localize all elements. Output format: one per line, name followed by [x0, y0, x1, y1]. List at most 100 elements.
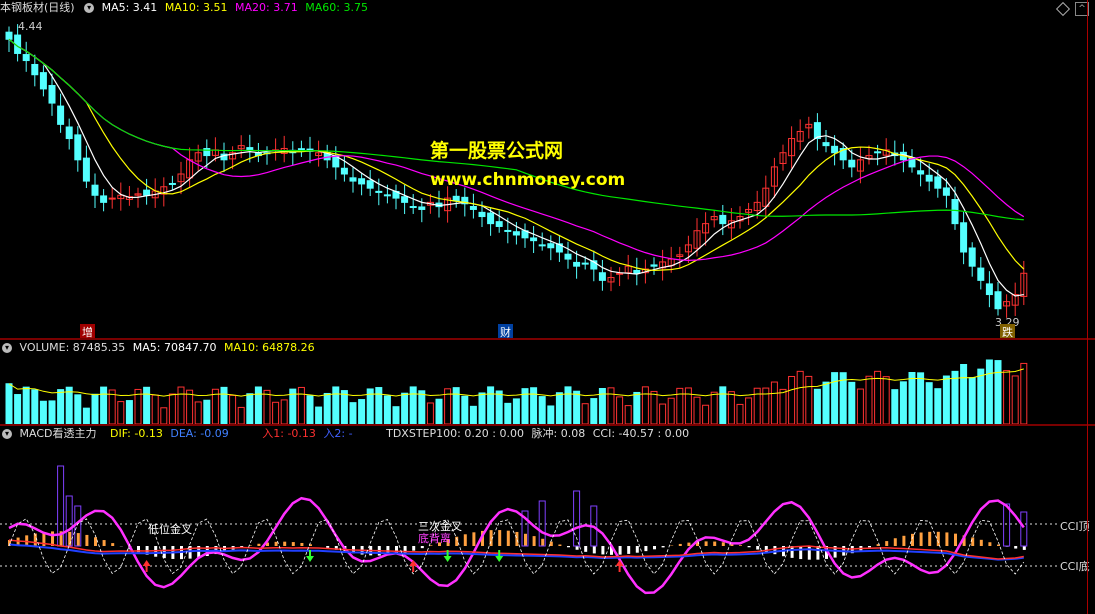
volume-bar	[616, 396, 624, 424]
macd-bar	[85, 534, 89, 546]
volume-bar	[117, 401, 125, 424]
candle-body	[848, 159, 856, 168]
volume-bar	[237, 406, 245, 424]
volume-bar	[392, 406, 400, 424]
candle-body	[573, 261, 581, 267]
macd-bar	[713, 541, 717, 546]
macd-bar	[506, 530, 510, 546]
macd-bar	[807, 546, 811, 560]
volume-chart[interactable]	[0, 340, 1088, 424]
volume-bar	[426, 402, 434, 424]
macd-bar	[76, 533, 80, 546]
volume-bar	[512, 398, 520, 424]
cci-top-label: CCI顶	[1060, 520, 1090, 533]
volume-bar	[960, 364, 968, 424]
signal-arrow-up	[615, 560, 624, 572]
macd-bar	[601, 546, 605, 555]
label-divergence: 底背离	[418, 532, 451, 545]
volume-bar	[435, 398, 443, 424]
macd-bar	[567, 546, 570, 548]
macd-bar	[326, 546, 330, 548]
macd-bar	[928, 531, 932, 546]
macd-bar	[661, 546, 665, 548]
volume-bar	[573, 390, 581, 424]
candle-body	[495, 221, 503, 227]
candlestick-chart[interactable]	[0, 0, 1088, 338]
volume-bar	[1003, 370, 1011, 424]
macd-bar	[799, 546, 803, 560]
macd-bar	[911, 533, 914, 546]
candle-body	[977, 267, 985, 281]
volume-bar	[908, 372, 916, 424]
volume-bar	[151, 394, 159, 424]
candle-body	[246, 147, 254, 151]
candle-body	[633, 269, 641, 274]
candle-body	[349, 177, 357, 182]
macd-bar	[816, 546, 820, 560]
label-low-cross: 低位金叉	[148, 523, 192, 536]
macd-bar	[558, 544, 562, 546]
volume-bar	[31, 389, 39, 424]
volume-bar	[555, 392, 563, 424]
macd-chart[interactable]	[0, 426, 1088, 614]
volume-bar	[263, 389, 271, 424]
volume-bar	[74, 394, 82, 424]
candle-body	[469, 206, 477, 210]
signal-column	[1003, 503, 1011, 547]
signal-arrow-down	[495, 550, 504, 562]
macd-panel[interactable]: ▾ MACD看透主力 DIF: -0.13 DEA: -0.09 入1: -0.…	[0, 426, 1095, 614]
candle-body	[994, 291, 1002, 310]
volume-bar	[418, 390, 426, 424]
macd-bar	[635, 546, 639, 553]
volume-bar	[590, 398, 598, 424]
volume-bar	[667, 397, 675, 424]
volume-bar	[865, 375, 873, 424]
volume-bar	[856, 388, 864, 424]
volume-panel[interactable]: ▾ VOLUME: 87485.35 MA5: 70847.70 MA10: 6…	[0, 340, 1095, 424]
candle-body	[375, 190, 383, 193]
candle-body	[57, 105, 65, 125]
candle-body	[564, 253, 572, 260]
macd-bar	[111, 543, 115, 546]
volume-bar	[882, 376, 890, 424]
price-panel[interactable]: 本钢板材(日线) ▾ MA5: 3.41 MA10: 3.51 MA20: 3.…	[0, 0, 1095, 340]
volume-bar	[848, 381, 856, 424]
candle-body	[91, 184, 99, 196]
candle-body	[874, 151, 882, 154]
candle-body	[942, 187, 950, 196]
macd-bar	[532, 536, 536, 546]
volume-bar	[186, 389, 194, 424]
macd-bar	[592, 546, 596, 554]
macd-bar	[420, 546, 424, 549]
candle-body	[813, 122, 821, 140]
macd-bar	[971, 537, 975, 546]
volume-bar	[272, 401, 280, 424]
candle-body	[650, 264, 658, 267]
candle-body	[100, 195, 108, 203]
candle-body	[917, 170, 925, 175]
macd-bar	[704, 541, 708, 546]
volume-bar	[547, 405, 555, 424]
volume-bar	[727, 391, 735, 424]
volume-bar	[831, 372, 839, 424]
volume-bar	[306, 395, 314, 424]
candle-body	[925, 174, 933, 182]
volume-bar	[985, 359, 993, 424]
candle-body	[409, 206, 417, 209]
volume-bar	[143, 386, 151, 424]
volume-bar	[581, 403, 589, 424]
macd-bar	[644, 546, 648, 552]
volume-bar	[994, 360, 1002, 424]
macd-bar	[102, 540, 106, 546]
volume-bar	[401, 392, 409, 424]
volume-bar	[168, 393, 176, 424]
volume-bar	[349, 402, 357, 424]
macd-bar	[549, 541, 553, 546]
candle-body	[581, 262, 589, 265]
volume-bar	[899, 381, 907, 424]
volume-bar	[323, 392, 331, 424]
volume-bar	[160, 407, 168, 424]
macd-bar	[463, 534, 467, 546]
macd-bar	[885, 541, 889, 546]
volume-bar	[925, 382, 933, 424]
